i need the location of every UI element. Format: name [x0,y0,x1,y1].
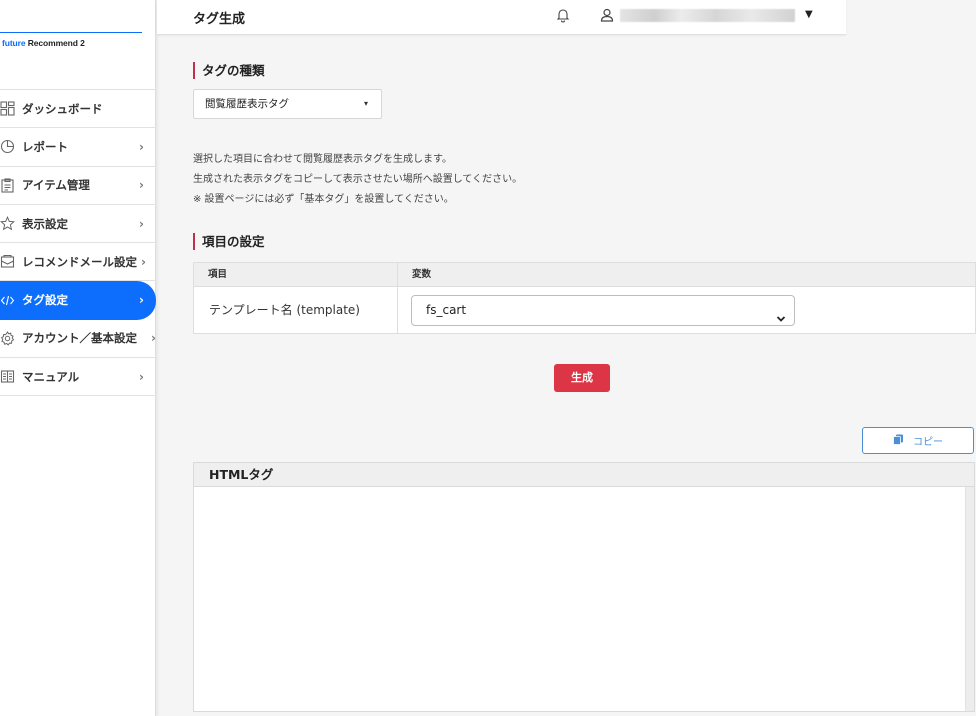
row-label: テンプレート名 (template) [194,287,398,333]
sidebar-item-label: ダッシュボード [22,101,103,116]
description: 選択した項目に合わせて閲覧履歴表示タグを生成します。 生成された表示タグをコピー… [193,150,522,210]
sidebar-item-tag-settings[interactable]: タグ設定 › [0,281,156,320]
template-select-value: fs_cart [426,303,467,317]
report-icon [0,138,16,156]
logo-container: future Recommend 2 [0,32,142,48]
top-header: タグ生成 ▼ [157,0,846,35]
book-icon [0,368,16,386]
description-line: 選択した項目に合わせて閲覧履歴表示タグを生成します。 [193,154,452,165]
table-row: テンプレート名 (template) fs_cart [194,287,975,333]
template-select[interactable]: fs_cart [411,295,795,326]
user-icon[interactable] [599,7,615,23]
dashboard-icon [0,100,16,118]
column-header-variable: 変数 [412,269,432,280]
tag-type-select[interactable]: 閲覧履歴表示タグ ▾ [193,89,382,119]
column-header-item: 項目 [194,263,398,286]
logo[interactable]: future Recommend 2 [0,38,142,48]
copy-icon [893,434,904,448]
sidebar-item-report[interactable]: レポート › [0,128,156,167]
chevron-right-icon: › [139,178,144,193]
caret-down-icon: ▾ [363,99,368,108]
sidebar-item-label: タグ設定 [22,293,68,308]
sidebar-item-label: 表示設定 [22,216,68,231]
scrollbar[interactable] [965,487,974,711]
description-line: ※ 設置ページには必ず「基本タグ」を設置してください。 [193,194,454,205]
sidebar-item-account[interactable]: アカウント／基本設定 › [0,320,156,359]
chevron-right-icon: › [141,254,146,269]
chevron-right-icon: › [151,331,156,346]
gear-icon [0,329,16,347]
settings-heading: 項目の設定 [193,233,265,250]
page-title: タグ生成 [193,12,246,27]
chevron-right-icon: › [139,139,144,154]
code-icon [0,291,16,309]
html-output-area[interactable] [194,487,965,711]
bell-icon[interactable] [555,7,571,23]
copy-button[interactable]: コピー [862,427,974,454]
copy-button-label: コピー [913,437,943,448]
sidebar-item-dashboard[interactable]: ダッシュボード [0,90,156,129]
sidebar-item-label: アカウント／基本設定 [22,331,137,346]
generate-button[interactable]: 生成 [554,364,610,392]
sidebar-item-label: アイテム管理 [22,178,90,193]
description-line: 生成された表示タグをコピーして表示させたい場所へ設置してください。 [193,174,523,185]
row-value-cell: fs_cart [398,287,975,333]
mail-icon [0,253,16,271]
sidebar-item-items[interactable]: アイテム管理 › [0,167,156,205]
chevron-down-icon [776,306,786,322]
sidebar-item-manual[interactable]: マニュアル › [0,358,156,397]
sidebar-item-label: マニュアル [22,369,80,384]
sidebar: future Recommend 2 ダッシュボード レポート › アイテム管理… [0,0,156,716]
sidebar-item-label: レポート [22,139,68,154]
logo-text: Recommend 2 [25,38,85,48]
chevron-right-icon: › [139,369,144,384]
tag-type-heading: タグの種類 [193,62,265,79]
html-tag-panel: HTMLタグ [193,462,975,712]
chevron-right-icon: › [139,216,144,231]
sidebar-nav: ダッシュボード レポート › アイテム管理 › 表示設定 › レコメンドメール設… [0,89,156,397]
star-icon [0,215,16,233]
tag-type-selected-value: 閲覧履歴表示タグ [205,98,289,110]
settings-table: 項目 変数 テンプレート名 (template) fs_cart [193,262,976,334]
sidebar-item-label: レコメンドメール設定 [22,254,137,269]
logo-accent: future [2,38,26,48]
html-panel-title: HTMLタグ [194,463,974,487]
sidebar-item-display[interactable]: 表示設定 › [0,205,156,244]
username-redacted[interactable] [620,9,795,22]
sidebar-item-mail[interactable]: レコメンドメール設定 › [0,243,156,282]
caret-down-icon[interactable]: ▼ [805,9,813,20]
table-header: 項目 変数 [194,263,975,287]
chevron-right-icon: › [139,293,144,308]
clipboard-icon [0,176,16,194]
